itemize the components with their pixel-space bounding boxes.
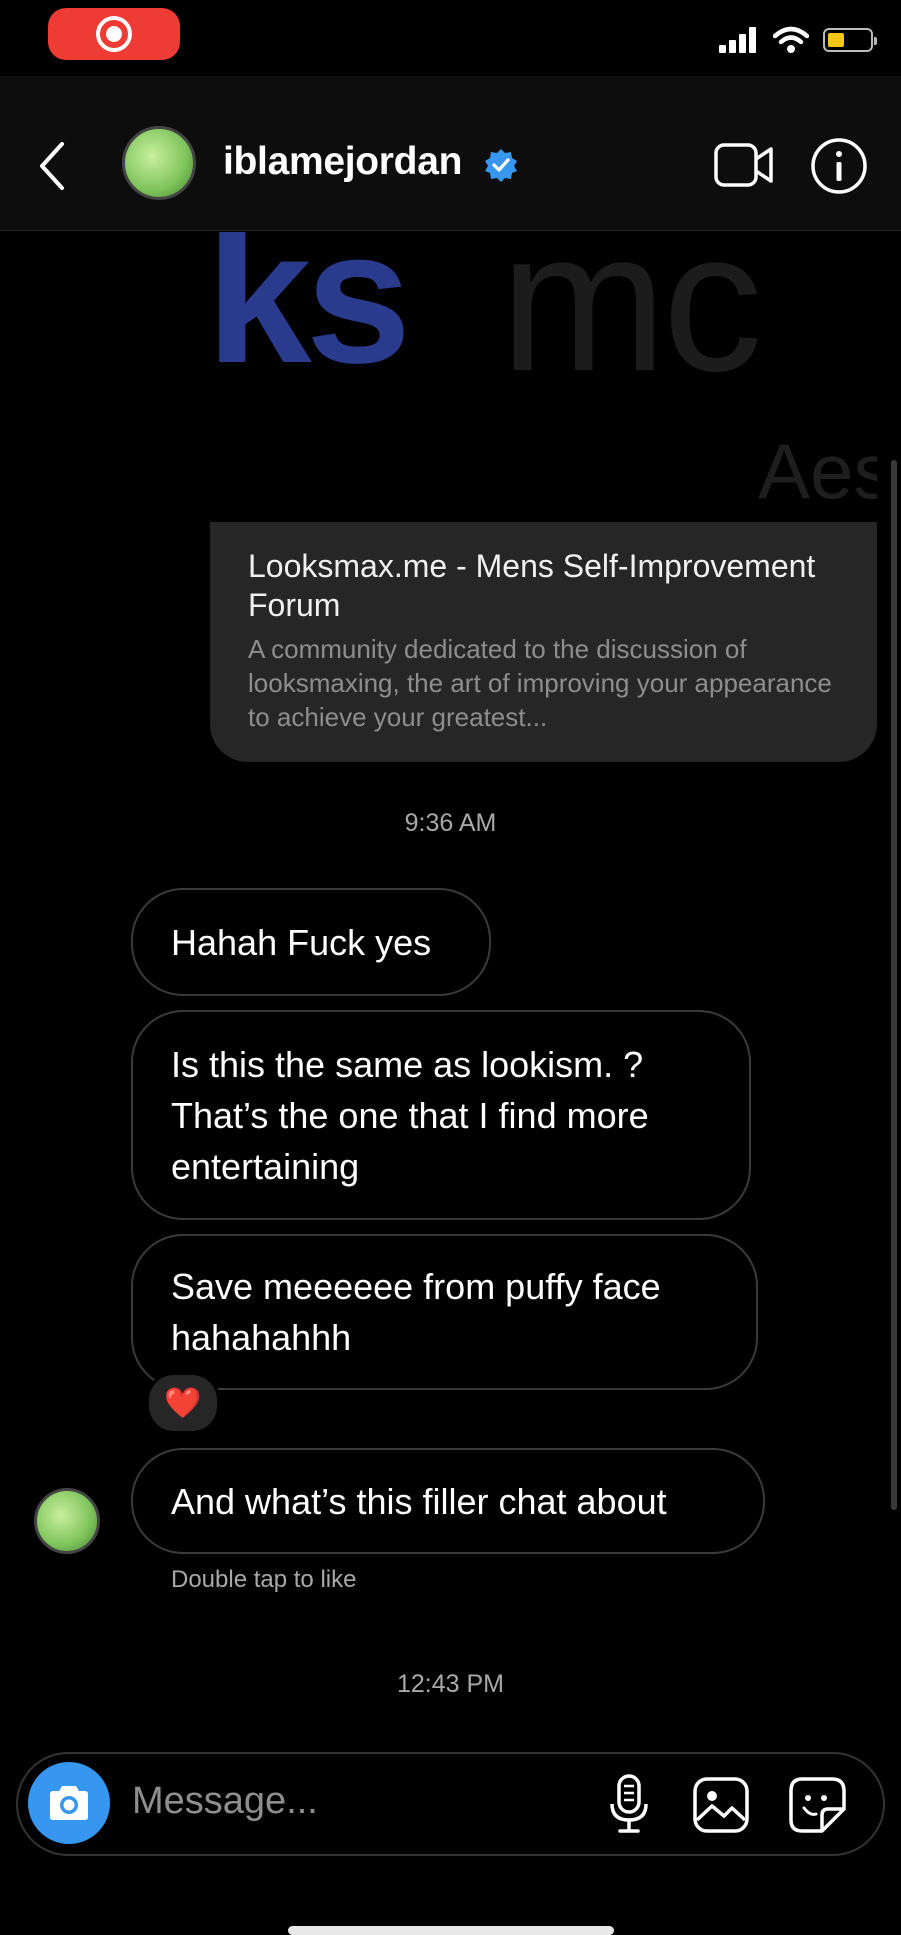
chevron-left-icon[interactable] [36,140,68,192]
cellular-signal-icon [719,27,756,53]
message-input[interactable]: Message... [132,1780,318,1823]
message-timestamp: 12:43 PM [396,1670,504,1698]
message-timestamp: 9:36 AM [404,809,497,837]
info-icon[interactable] [810,137,868,195]
camera-button[interactable] [28,1762,110,1844]
screen-record-indicator[interactable] [48,8,180,60]
wifi-icon [773,26,809,53]
video-call-icon[interactable] [714,141,774,189]
link-preview-title: Looksmax.me - Mens Self-Improvement Foru… [248,548,816,623]
message-bubble[interactable]: Hahah Fuck yes [131,888,491,996]
screen-record-icon [96,16,132,52]
message-bubble[interactable]: Is this the same as lookism. ? That’s th… [131,1010,751,1220]
message-text: Save meeeeee from puffy face hahahahhh [171,1266,661,1358]
chat-username[interactable]: iblamejordan [223,140,462,184]
camera-icon [50,1786,88,1820]
gallery-icon[interactable] [692,1776,750,1834]
link-preview-card[interactable]: ks mc Aes Looksmax.me - Mens Self-Improv… [210,232,877,762]
microphone-icon[interactable] [606,1774,652,1834]
message-bubble[interactable]: And what’s this filler chat about [131,1448,765,1554]
sender-avatar[interactable] [34,1488,100,1554]
message-text: Hahah Fuck yes [171,921,432,963]
battery-icon [823,28,877,52]
logo-text-blue: ks [210,232,411,403]
heart-icon: ❤️ [164,1386,202,1420]
message-bubble[interactable]: Save meeeeee from puffy face hahahahhh [131,1234,758,1390]
logo-tagline-text: Aes [758,427,877,515]
logo-text-gray: mc [500,232,763,413]
verified-badge-icon [485,149,517,182]
link-preview-image: ks mc Aes [210,232,877,522]
message-text: And what’s this filler chat about [171,1480,667,1522]
scrollbar[interactable] [891,460,897,1510]
link-preview-description: A community dedicated to the discussion … [248,634,832,732]
heart-reaction[interactable]: ❤️ [146,1372,220,1434]
status-icons [719,26,877,54]
message-text: Is this the same as lookism. ? That’s th… [171,1043,649,1187]
sticker-icon[interactable] [788,1776,848,1834]
home-indicator[interactable] [288,1926,614,1935]
profile-avatar[interactable] [122,126,196,200]
double-tap-hint: Double tap to like [171,1566,357,1593]
